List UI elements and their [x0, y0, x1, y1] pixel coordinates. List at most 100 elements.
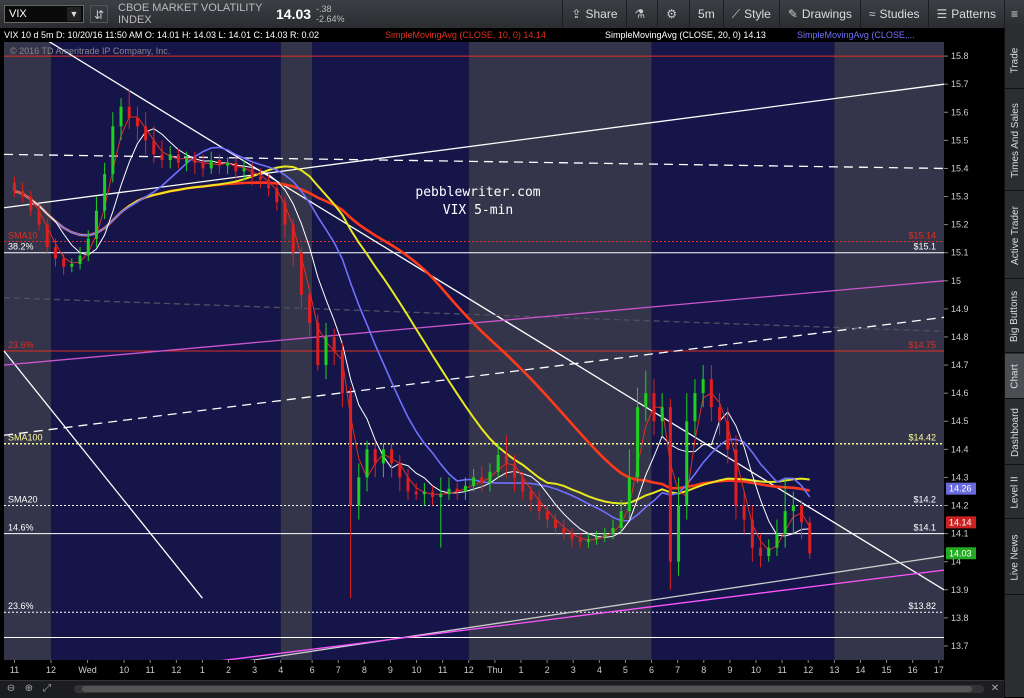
candle-body	[349, 393, 353, 506]
candle-body	[12, 182, 16, 191]
legend-sma10: SimpleMovingAvg (CLOSE, 10, 0) 14.14	[385, 30, 546, 40]
change-percent: -2.64%	[316, 14, 345, 24]
candle-body	[70, 263, 74, 267]
link-icon[interactable]: ⇵	[90, 5, 108, 23]
share-label: Share	[585, 7, 618, 21]
legend-sma-long: SimpleMovingAvg (CLOSE,...	[797, 30, 915, 40]
y-tick-label: 15.3	[951, 192, 969, 202]
y-tick-label: 13.9	[951, 585, 969, 595]
level-price-label: $14.42	[908, 433, 936, 443]
symbol-input[interactable]: VIX ▼	[4, 5, 84, 23]
candle-body	[759, 547, 763, 557]
annotation-line-1: pebblewriter.com	[415, 185, 540, 200]
candle-body	[250, 168, 254, 177]
candle-body	[45, 224, 49, 248]
candle-body	[570, 533, 574, 540]
price-tags: 14.26 14.14 14.03	[946, 482, 976, 560]
candle-body	[168, 154, 172, 161]
settings-button[interactable]: ⚙	[657, 0, 689, 28]
studies-button[interactable]: ≈ Studies	[859, 0, 928, 28]
sidebar-tab-live-news[interactable]: Live News	[1005, 520, 1024, 595]
candle-body	[373, 449, 377, 464]
y-tick-label: 14.7	[951, 360, 969, 370]
x-tick-label: 15	[882, 665, 892, 675]
x-tick-label: 12	[171, 665, 181, 675]
y-tick-label: 14.5	[951, 416, 969, 426]
timeframe-button[interactable]: 5m	[689, 0, 723, 28]
x-tick-label: 12	[464, 665, 474, 675]
candle-body	[718, 407, 722, 422]
candle-body	[521, 477, 525, 492]
candle-body	[693, 393, 697, 422]
x-tick-label: 6	[310, 665, 315, 675]
candle-body	[37, 210, 41, 225]
candle-body	[742, 505, 746, 520]
candle-body	[800, 505, 804, 523]
zoom-in-icon[interactable]: ⊕	[22, 683, 36, 695]
candle-body	[209, 160, 213, 169]
style-button[interactable]: ⟋ Style	[722, 0, 779, 28]
scrollbar-thumb[interactable]	[82, 686, 972, 692]
candle-body	[545, 511, 549, 520]
candle-body	[783, 511, 787, 534]
sidebar-tab-label: Chart	[1009, 363, 1021, 389]
x-tick-label: 3	[571, 665, 576, 675]
sidebar-tab-level-ii[interactable]: Level II	[1005, 466, 1024, 519]
time-axis[interactable]: 11 12 Wed 10 11 12 1 2 3 4 6 7 8 9 10 11 12 Thu 1 2 3 4 5 6 7 8 9 1…	[0, 660, 944, 680]
y-tick-label: 13.7	[951, 641, 969, 651]
candle-body	[316, 322, 320, 366]
price-change: -.38 -2.64%	[316, 4, 354, 24]
level-price-label: $15.1	[913, 242, 936, 252]
candle-body	[144, 126, 148, 141]
candle-body	[537, 499, 541, 512]
gear-icon: ⚙	[666, 7, 678, 21]
candle-body	[226, 162, 230, 166]
candle-body	[554, 519, 558, 528]
menu-button[interactable]: ≡	[1003, 0, 1024, 28]
candle-body	[463, 485, 467, 492]
price-axis[interactable]: 13.713.813.91414.114.214.314.414.514.614…	[944, 28, 1004, 680]
share-button[interactable]: ⇪ Share	[562, 0, 625, 28]
price-axis-background	[944, 28, 1004, 680]
candle-body	[103, 174, 107, 211]
expand-icon[interactable]: ⤢	[40, 683, 54, 695]
candle-body	[160, 154, 164, 161]
close-icon[interactable]: ✕	[988, 683, 1002, 695]
candle-body	[603, 533, 607, 537]
menu-icon: ≡	[1010, 7, 1018, 21]
candle-body	[611, 527, 615, 534]
sidebar-tab-big-buttons[interactable]: Big Buttons	[1005, 280, 1024, 353]
scrollbar-track[interactable]	[74, 685, 984, 693]
patterns-button[interactable]: ☰ Patterns	[927, 0, 1004, 28]
sidebar-tab-chart[interactable]: Chart	[1005, 354, 1024, 399]
sidebar-tab-trade[interactable]: Trade	[1005, 32, 1024, 89]
candle-body	[381, 449, 385, 464]
candle-body	[504, 454, 508, 464]
y-tick-label: 14.4	[951, 444, 969, 454]
x-tick-label: 9	[727, 665, 732, 675]
x-tick-label: 11	[777, 665, 786, 675]
x-tick-label: 11	[10, 665, 19, 675]
candle-body	[78, 255, 82, 264]
sidebar-tab-times-and-sales[interactable]: Times And Sales	[1005, 90, 1024, 191]
candle-body	[21, 190, 25, 197]
sidebar-tab-label: Live News	[1009, 533, 1021, 581]
candle-body	[291, 224, 295, 253]
candle-body	[398, 463, 402, 478]
sidebar-tab-active-trader[interactable]: Active Trader	[1005, 192, 1024, 279]
last-price: 14.03	[276, 6, 312, 22]
drawings-button[interactable]: ✎ Drawings	[778, 0, 860, 28]
candle-body	[595, 536, 599, 540]
y-tick-label: 14.9	[951, 304, 969, 314]
chevron-down-icon[interactable]: ▼	[67, 7, 81, 21]
flask-button[interactable]: ⚗	[625, 0, 658, 28]
sidebar-tab-label: Big Buttons	[1009, 290, 1021, 342]
x-tick-label: 10	[412, 665, 422, 675]
header-readout: VIX 10 d 5m D: 10/20/16 11:50 AM O: 14.0…	[4, 30, 319, 40]
price-chart[interactable]: SMA10 $15.14 38.2% $15.1 23.6% $14.75 SMA100 $1…	[0, 28, 1004, 680]
sidebar-tab-dashboard[interactable]: Dashboard	[1005, 400, 1024, 465]
candle-body	[431, 491, 435, 498]
zoom-out-icon[interactable]: ⊖	[4, 683, 18, 695]
session-shading	[4, 28, 944, 660]
y-tick-label: 15	[951, 276, 961, 286]
